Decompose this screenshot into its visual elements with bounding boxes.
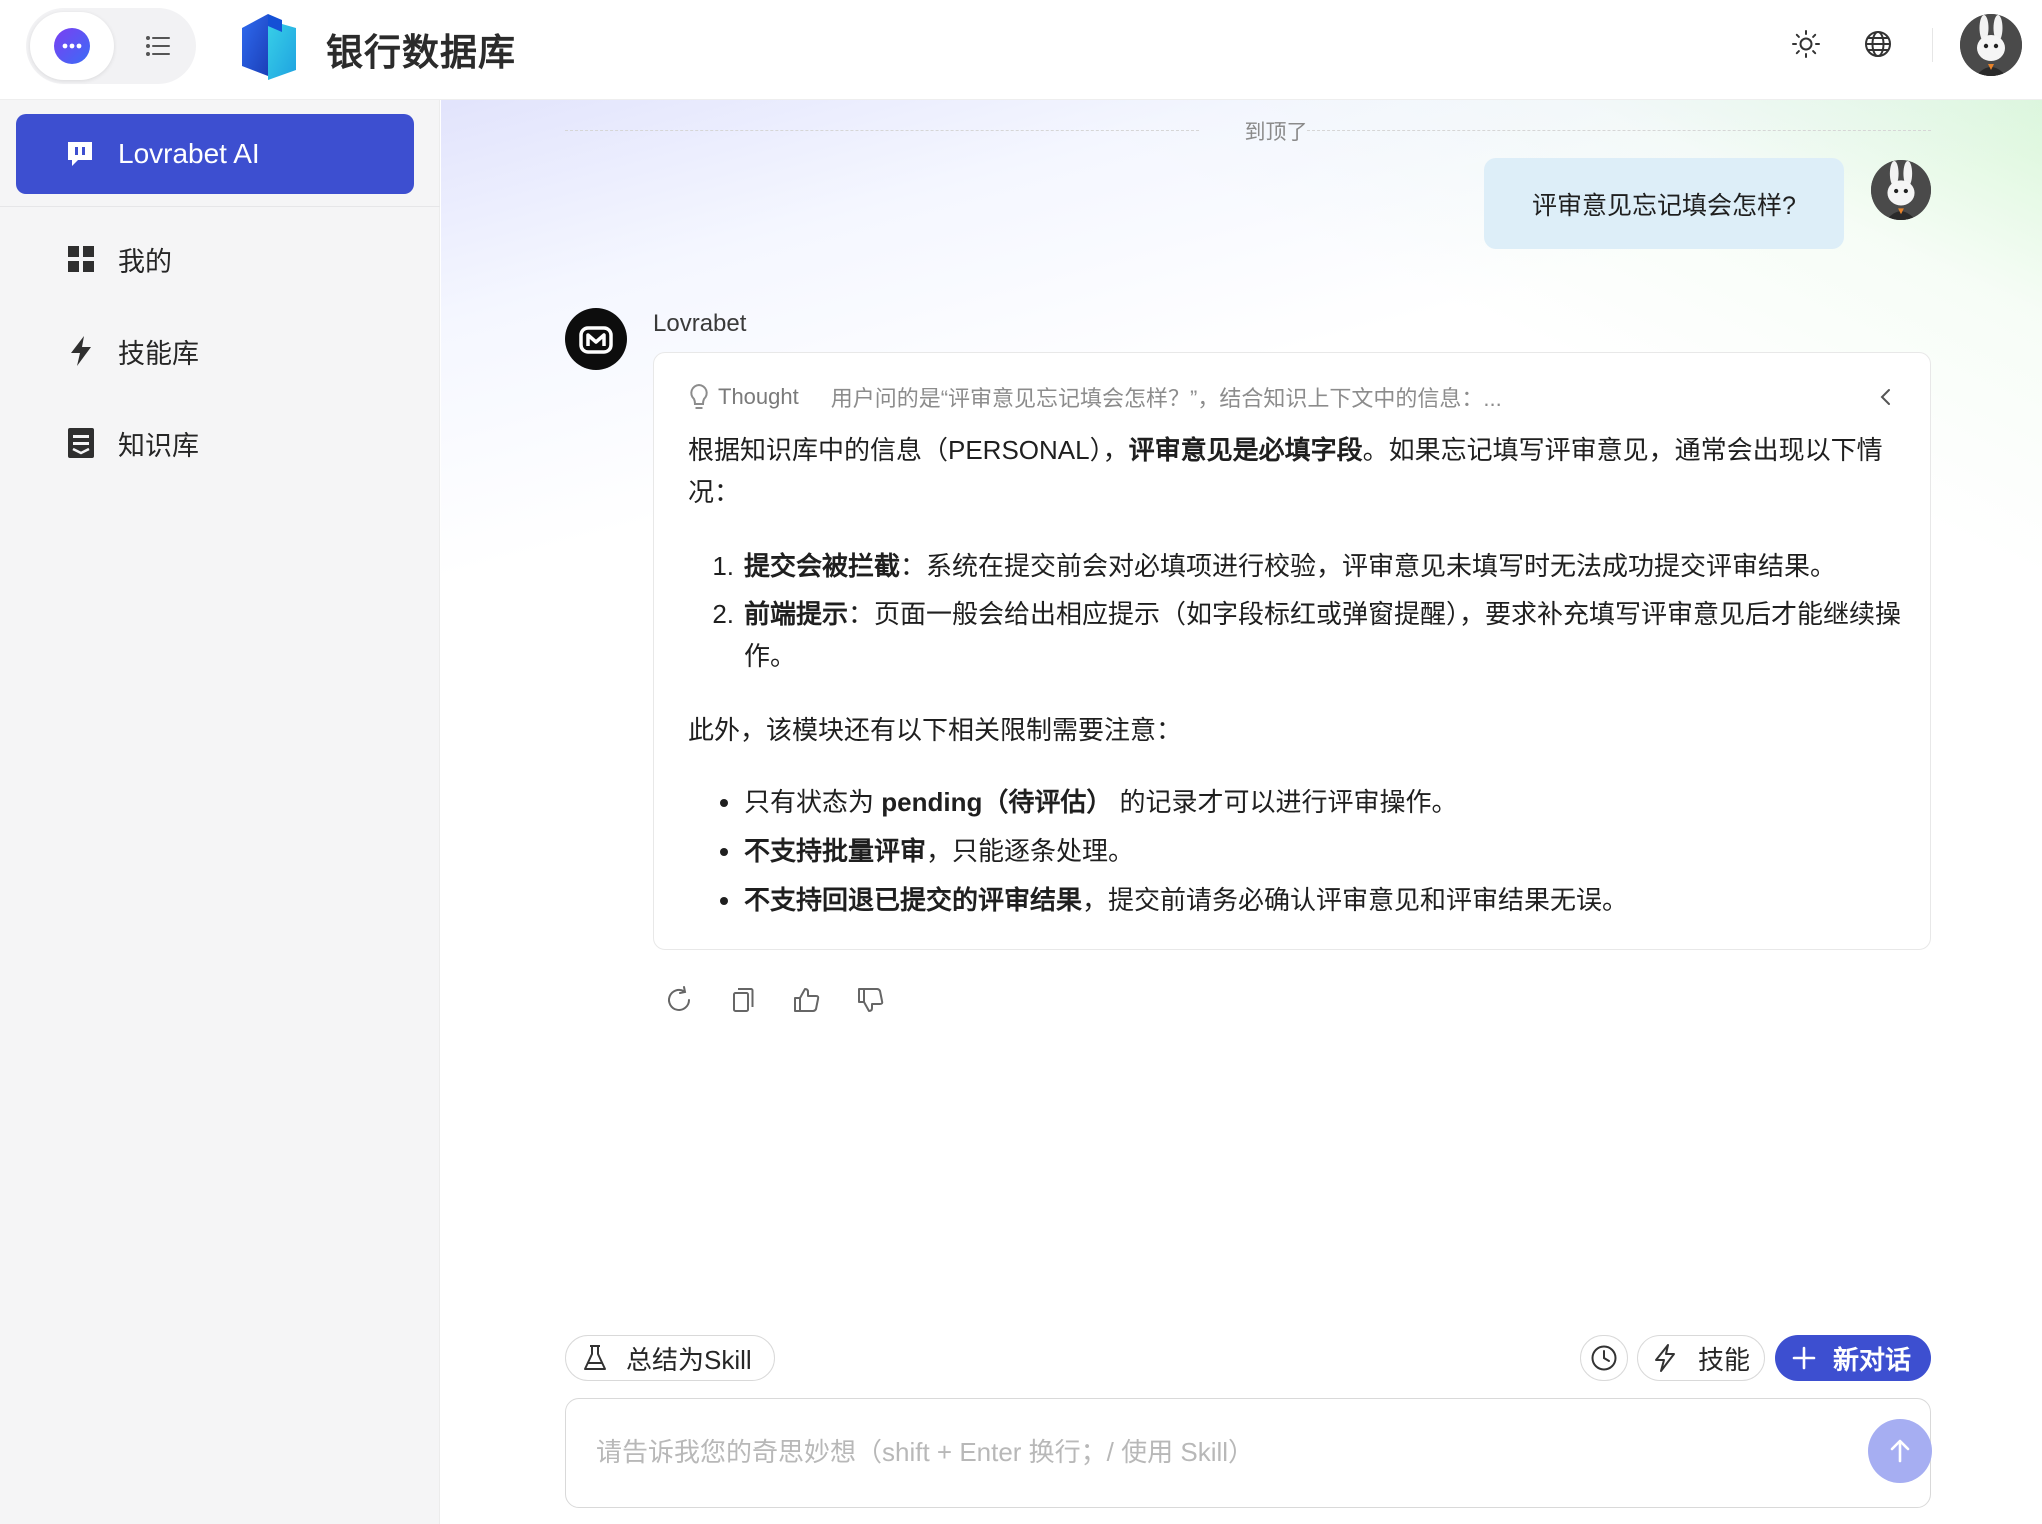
user-message-avatar <box>1871 160 1931 220</box>
list-item: 1. 提交会被拦截：系统在提交前会对必填项进行校验，评审意见未填写时无法成功提交… <box>688 545 1908 587</box>
abilities-button[interactable]: 技能 <box>1637 1335 1765 1381</box>
grid-icon <box>64 242 98 276</box>
flask-icon <box>582 1343 612 1373</box>
new-chat-button[interactable]: 新对话 <box>1775 1335 1931 1381</box>
list-number: 2. <box>712 599 734 629</box>
bullet-dot <box>688 830 744 872</box>
plus-icon <box>1791 1343 1821 1373</box>
thought-expand-toggle[interactable] <box>1872 381 1898 413</box>
thumbs-down-icon <box>858 988 884 1012</box>
list-item-text: ，只能逐条处理。 <box>926 836 1135 866</box>
list-icon <box>146 36 170 56</box>
sidebar-item-skills[interactable]: 技能库 <box>16 316 414 386</box>
user-avatar[interactable] <box>1960 14 2022 76</box>
answer-numbered-list: 1. 提交会被拦截：系统在提交前会对必填项进行校验，评审意见未填写时无法成功提交… <box>688 545 1908 677</box>
answer-body: 根据知识库中的信息（PERSONAL），评审意见是必填字段。如果忘记填写评审意见… <box>688 429 1908 928</box>
chat-mode-button[interactable] <box>30 12 114 80</box>
list-item-bold: 不支持批量评审 <box>744 836 927 866</box>
answer-bullet-list: 只有状态为 pending（待评估） 的记录才可以进行评审操作。 不支持批量评审… <box>688 781 1908 921</box>
sidebar-item-knowledge[interactable]: 知识库 <box>16 408 414 478</box>
rabbit-avatar-icon <box>1960 14 2022 76</box>
abilities-label: 技能 <box>1698 1344 1751 1375</box>
list-item-bold: 不支持回退已提交的评审结果 <box>744 885 1083 915</box>
sidebar-item-label: 知识库 <box>118 430 199 461</box>
chevron-left-icon <box>1880 389 1890 405</box>
list-item: 只有状态为 pending（待评估） 的记录才可以进行评审操作。 <box>688 781 1908 823</box>
globe-icon <box>1865 31 1891 57</box>
sun-icon <box>1792 30 1820 58</box>
sidebar-item-label: 技能库 <box>118 338 199 369</box>
sidebar-item-mine[interactable]: 我的 <box>16 224 414 294</box>
ai-chat-icon <box>64 137 98 171</box>
language-button[interactable] <box>1858 24 1898 64</box>
mode-switch <box>26 8 196 84</box>
list-item: 2. 前端提示：页面一般会给出相应提示（如字段标红或弹窗提醒），要求补充填写评审… <box>688 593 1908 677</box>
app-title: 银行数据库 <box>326 32 516 73</box>
list-item-text: ：系统在提交前会对必填项进行校验，评审意见未填写时无法成功提交评审结果。 <box>900 551 1837 581</box>
thought-row[interactable]: Thought 用户问的是“评审意见忘记填会怎样？”，结合知识上下文中的信息：.… <box>688 381 1898 413</box>
thought-summary: 用户问的是“评审意见忘记填会怎样？”，结合知识上下文中的信息：... <box>830 386 1502 411</box>
new-chat-label: 新对话 <box>1833 1344 1912 1375</box>
top-header: 银行数据库 <box>0 0 2042 100</box>
rabbit-avatar-icon <box>1871 160 1931 220</box>
message-input[interactable] <box>596 1427 1796 1477</box>
message-actions <box>659 980 915 1020</box>
list-item-text: 的记录才可以进行评审操作。 <box>1112 787 1458 817</box>
header-divider <box>1932 28 1933 62</box>
lightbulb-icon <box>688 382 714 412</box>
top-divider-right <box>1307 130 1931 131</box>
clock-history-icon <box>1591 1345 1617 1371</box>
brand-logo-icon <box>242 14 296 80</box>
top-divider-left <box>565 130 1199 131</box>
answer-intro-bold: 评审意见是必填字段 <box>1128 435 1363 465</box>
like-button[interactable] <box>787 980 827 1020</box>
summarize-skill-label: 总结为Skill <box>626 1344 752 1375</box>
thumbs-up-icon <box>794 988 820 1012</box>
refresh-icon <box>668 986 690 1011</box>
sidebar-item-label: Lovrabet AI <box>118 138 260 169</box>
document-icon <box>64 426 98 460</box>
sidebar-item-lovrabet-ai[interactable]: Lovrabet AI <box>16 114 414 194</box>
send-button[interactable] <box>1868 1419 1932 1483</box>
list-number: 1. <box>712 551 734 581</box>
sidebar-item-label: 我的 <box>118 246 172 277</box>
arrow-up-icon <box>1890 1439 1910 1463</box>
copy-button[interactable] <box>723 980 763 1020</box>
list-item-text: ，提交前请务必确认评审意见和评审结果无误。 <box>1082 885 1629 915</box>
lightning-icon <box>64 334 98 368</box>
lovrabet-logo-icon <box>579 326 613 354</box>
bot-answer-card: Thought 用户问的是“评审意见忘记填会怎样？”，结合知识上下文中的信息：.… <box>653 352 1931 950</box>
dislike-button[interactable] <box>851 980 891 1020</box>
history-button[interactable] <box>1580 1335 1628 1381</box>
top-indicator: 到顶了 <box>1244 121 1308 144</box>
answer-intro-prefix: 根据知识库中的信息（PERSONAL）， <box>688 435 1129 465</box>
list-item-bold: 前端提示 <box>744 599 849 629</box>
list-item: 不支持批量评审，只能逐条处理。 <box>688 830 1908 872</box>
regenerate-button[interactable] <box>659 980 699 1020</box>
thought-label: Thought <box>718 384 799 409</box>
user-message-bubble: 评审意见忘记填会怎样? <box>1484 158 1844 249</box>
lightning-outline-icon <box>1652 1343 1682 1373</box>
user-message-text: 评审意见忘记填会怎样? <box>1532 191 1796 220</box>
bullet-dot <box>688 879 744 921</box>
bot-avatar <box>565 308 627 370</box>
list-item-bold: 提交会被拦截 <box>744 551 901 581</box>
theme-toggle-button[interactable] <box>1786 24 1826 64</box>
bot-name: Lovrabet <box>653 310 747 337</box>
list-item-text: ：页面一般会给出相应提示（如字段标红或弹窗提醒），要求补充填写评审意见后才能继续… <box>744 599 1902 671</box>
message-composer <box>565 1398 1932 1508</box>
sidebar-divider <box>0 206 440 207</box>
chat-main: 到顶了 评审意见忘记填会怎样? Lovrabet Thought 用户问的是“评… <box>441 100 2042 1524</box>
answer-middle: 此外，该模块还有以下相关限制需要注意： <box>688 715 1183 745</box>
answer-intro: 根据知识库中的信息（PERSONAL），评审意见是必填字段。如果忘记填写评审意见… <box>688 429 1888 513</box>
chat-bubble-icon <box>54 28 90 64</box>
list-item: 不支持回退已提交的评审结果，提交前请务必确认评审意见和评审结果无误。 <box>688 879 1908 921</box>
copy-icon <box>733 988 754 1012</box>
summarize-skill-button[interactable]: 总结为Skill <box>565 1335 775 1381</box>
bullet-dot <box>688 781 744 823</box>
sidebar: Lovrabet AI 我的 技能库 知识库 <box>0 100 440 1524</box>
list-mode-button[interactable] <box>136 24 180 68</box>
list-item-bold: pending（待评估） <box>881 787 1113 817</box>
list-item-prefix: 只有状态为 <box>744 787 882 817</box>
